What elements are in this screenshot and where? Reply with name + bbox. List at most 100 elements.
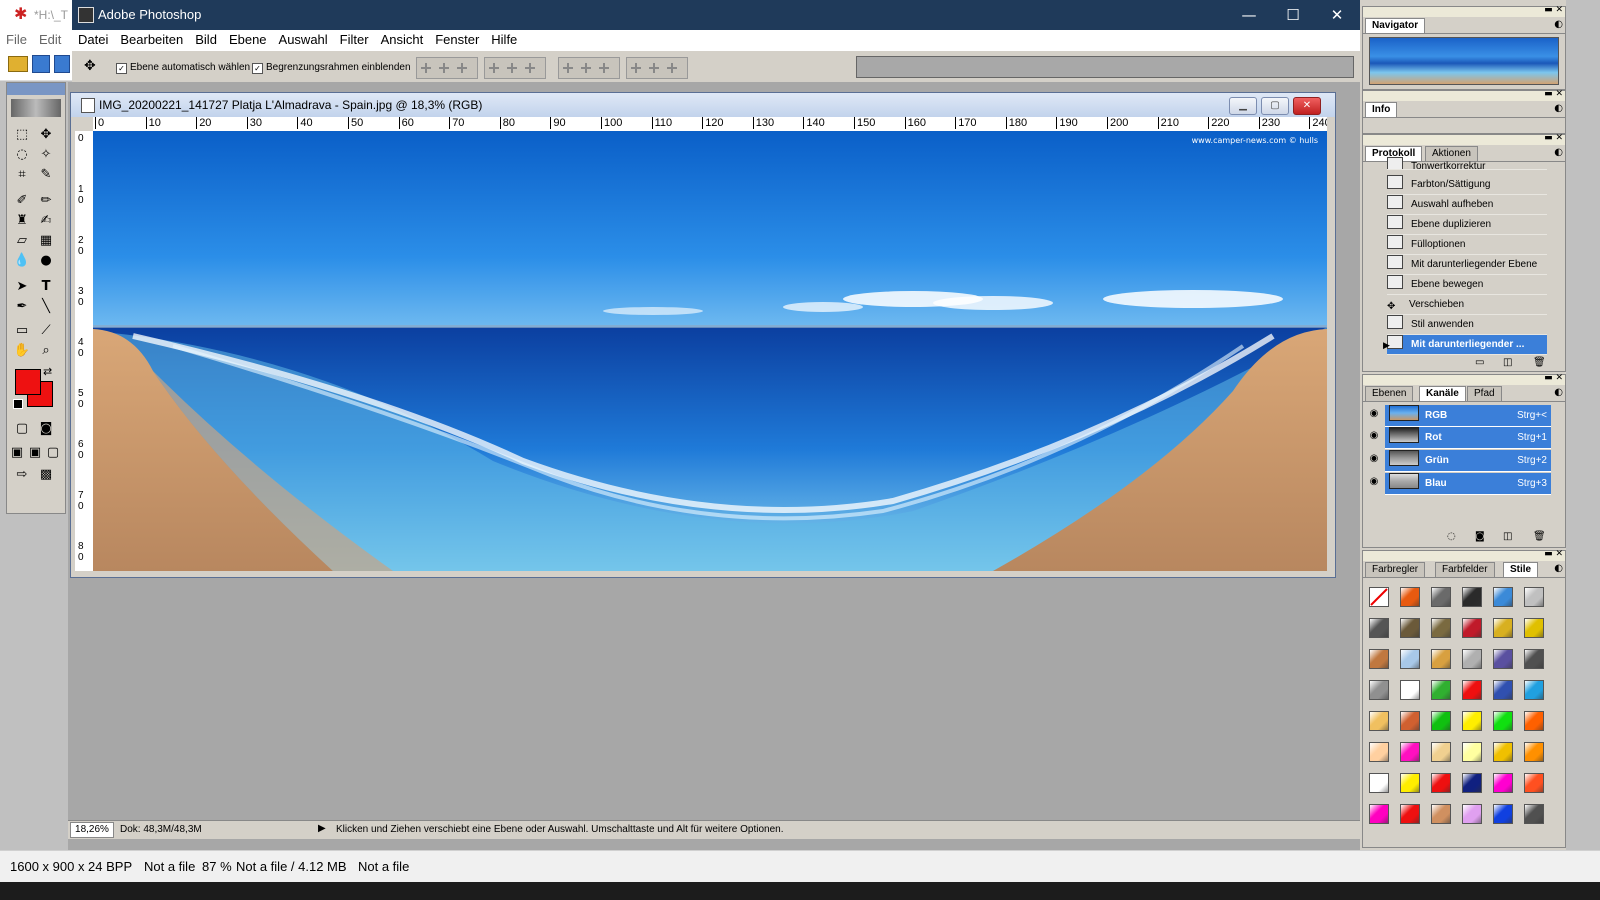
menu-ansicht[interactable]: Ansicht xyxy=(375,30,430,49)
menu-datei[interactable]: Datei xyxy=(72,30,114,49)
history-item[interactable]: Ebene bewegen xyxy=(1387,275,1547,295)
style-swatch[interactable] xyxy=(1400,680,1420,700)
palette-well[interactable] xyxy=(856,56,1354,78)
navigator-thumbnail[interactable] xyxy=(1369,37,1559,85)
save-icon[interactable] xyxy=(54,55,70,73)
channels-menu-icon[interactable]: ◐ xyxy=(1554,387,1563,398)
style-swatch[interactable] xyxy=(1431,618,1451,638)
style-swatch[interactable] xyxy=(1369,680,1389,700)
status-menu-arrow-icon[interactable]: ▶ xyxy=(318,823,326,834)
load-channel-selection-icon[interactable]: ◌ xyxy=(1447,531,1456,542)
style-swatch[interactable] xyxy=(1431,773,1451,793)
gradient-tool-icon[interactable]: ▦ xyxy=(35,231,57,251)
style-swatch[interactable] xyxy=(1524,680,1544,700)
history-item[interactable]: ✥ Verschieben xyxy=(1387,295,1547,315)
style-swatch[interactable] xyxy=(1493,618,1513,638)
document-maximize-button[interactable]: ▢ xyxy=(1261,97,1289,115)
dodge-tool-icon[interactable]: ● xyxy=(35,251,57,271)
document-minimize-button[interactable]: ▁ xyxy=(1229,97,1257,115)
history-item[interactable]: Auswahl aufheben xyxy=(1387,195,1547,215)
menu-bearbeiten[interactable]: Bearbeiten xyxy=(114,30,189,49)
menu-fenster[interactable]: Fenster xyxy=(429,30,485,49)
distribute-right-icon[interactable] xyxy=(664,62,680,74)
navigator-menu-icon[interactable]: ◐ xyxy=(1554,19,1563,30)
screen-mode-full-menu-icon[interactable]: ▣ xyxy=(27,443,43,463)
feather-logo-icon[interactable] xyxy=(11,99,61,117)
style-swatch[interactable] xyxy=(1462,742,1482,762)
distribute-center-icon[interactable] xyxy=(646,62,662,74)
menu-auswahl[interactable]: Auswahl xyxy=(273,30,334,49)
style-swatch[interactable] xyxy=(1462,587,1482,607)
pen-tool-icon[interactable]: ✒ xyxy=(11,297,33,317)
eye-icon[interactable]: ◉ xyxy=(1367,475,1381,489)
align-center-icon[interactable] xyxy=(504,62,520,74)
brush-tool-icon[interactable]: ✏ xyxy=(35,191,57,211)
maximize-button[interactable]: ☐ xyxy=(1271,4,1315,26)
style-swatch[interactable] xyxy=(1369,773,1389,793)
style-swatch[interactable] xyxy=(1493,587,1513,607)
standard-mode-icon[interactable]: ▢ xyxy=(11,419,33,439)
style-swatch[interactable] xyxy=(1462,773,1482,793)
align-bottom-icon[interactable] xyxy=(454,62,470,74)
foreground-color-swatch[interactable] xyxy=(15,369,41,395)
style-swatch[interactable] xyxy=(1493,711,1513,731)
distribute-group-2[interactable] xyxy=(626,57,688,79)
channel-row-gruen[interactable]: Grün Strg+2 xyxy=(1385,450,1551,472)
style-swatch[interactable] xyxy=(1369,804,1389,824)
zoom-tool-icon[interactable]: ⌕ xyxy=(35,341,57,361)
move-tool-icon[interactable]: ✥ xyxy=(84,58,96,74)
style-swatch[interactable] xyxy=(1400,742,1420,762)
delete-state-icon[interactable]: 🗑 xyxy=(1533,357,1546,368)
zoom-field[interactable]: 18,26% xyxy=(70,822,114,838)
marquee-tool-icon[interactable]: ⬚ xyxy=(11,125,33,145)
styles-close-icon[interactable]: ▬ ✕ xyxy=(1544,549,1563,559)
style-swatch[interactable] xyxy=(1462,618,1482,638)
filmstrip-icon[interactable] xyxy=(32,55,50,73)
tab-farbregler[interactable]: Farbregler xyxy=(1365,562,1426,577)
style-swatch[interactable] xyxy=(1493,649,1513,669)
eraser-tool-icon[interactable]: ▱ xyxy=(11,231,33,251)
crop-tool-icon[interactable]: ⌗ xyxy=(11,165,33,185)
style-swatch[interactable] xyxy=(1431,649,1451,669)
path-select-tool-icon[interactable]: ➤ xyxy=(11,277,33,297)
quick-mask-mode-icon[interactable]: ◙ xyxy=(35,419,57,439)
slice-tool-icon[interactable]: ✎ xyxy=(35,165,57,185)
align-right-icon[interactable] xyxy=(522,62,538,74)
style-swatch[interactable] xyxy=(1493,773,1513,793)
history-item[interactable]: Fülloptionen xyxy=(1387,235,1547,255)
jump-to-imageready-icon[interactable]: ⇨ xyxy=(11,465,33,485)
delete-channel-icon[interactable]: 🗑 xyxy=(1533,531,1546,542)
history-brush-tool-icon[interactable]: ✍ xyxy=(35,211,57,231)
style-swatch[interactable] xyxy=(1462,680,1482,700)
swap-colors-icon[interactable]: ⇄ xyxy=(43,365,52,378)
style-swatch[interactable] xyxy=(1400,804,1420,824)
style-swatch-none[interactable] xyxy=(1369,587,1389,607)
tab-ebenen[interactable]: Ebenen xyxy=(1365,386,1414,401)
screen-mode-standard-icon[interactable]: ▣ xyxy=(9,443,25,463)
minimize-button[interactable]: — xyxy=(1227,4,1271,26)
style-swatch[interactable] xyxy=(1524,618,1544,638)
screen-mode-full-icon[interactable]: ▢ xyxy=(45,443,61,463)
channels-close-icon[interactable]: ▬ ✕ xyxy=(1544,373,1563,383)
line-tool-icon[interactable]: ╲ xyxy=(35,297,57,317)
canvas-image[interactable]: www.camper-news.com © hulls xyxy=(93,131,1327,571)
style-swatch[interactable] xyxy=(1400,773,1420,793)
style-swatch[interactable] xyxy=(1462,711,1482,731)
style-swatch[interactable] xyxy=(1369,742,1389,762)
align-left-icon[interactable] xyxy=(486,62,502,74)
channel-row-rgb[interactable]: RGB Strg+< xyxy=(1385,405,1551,427)
auto-select-checkbox[interactable]: ✓ Ebene automatisch wählen xyxy=(116,62,250,74)
distribute-top-icon[interactable] xyxy=(560,62,576,74)
tab-info[interactable]: Info xyxy=(1365,102,1398,117)
style-swatch[interactable] xyxy=(1493,804,1513,824)
blur-tool-icon[interactable]: 💧 xyxy=(11,251,33,271)
distribute-bottom-icon[interactable] xyxy=(596,62,612,74)
lasso-tool-icon[interactable]: ◌ xyxy=(11,145,33,165)
move-tool-icon[interactable]: ✥ xyxy=(35,125,57,145)
style-swatch[interactable] xyxy=(1431,587,1451,607)
style-swatch[interactable] xyxy=(1524,587,1544,607)
eye-icon[interactable]: ◉ xyxy=(1367,407,1381,421)
jump-to-app-icon[interactable]: ▩ xyxy=(35,465,57,485)
style-swatch[interactable] xyxy=(1524,804,1544,824)
show-bounds-checkbox[interactable]: ✓ Begrenzungsrahmen einblenden xyxy=(252,62,411,74)
